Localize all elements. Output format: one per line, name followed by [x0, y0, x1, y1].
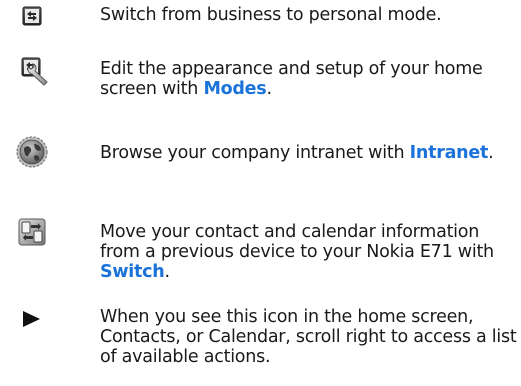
- intranet-globe-icon: [14, 134, 52, 172]
- list-item-text: Move your contact and calendar informati…: [100, 222, 494, 282]
- list-item-text: Edit the appearance and setup of your ho…: [100, 59, 483, 99]
- list-item-text: When you see this icon in the home scree…: [100, 307, 517, 367]
- list-item-text: Browse your company intranet with Intran…: [100, 143, 494, 163]
- mode-switch-icon: [14, 0, 52, 38]
- switch-link[interactable]: Switch: [100, 262, 165, 282]
- intranet-link[interactable]: Intranet: [410, 143, 489, 163]
- modes-settings-icon: [14, 52, 52, 90]
- modes-link[interactable]: Modes: [203, 79, 266, 99]
- list-item-text: Switch from business to personal mode.: [100, 5, 442, 25]
- switch-transfer-icon: [14, 214, 52, 252]
- help-page: Switch from business to personal mode. E…: [0, 0, 521, 386]
- scroll-right-arrow-icon: [14, 299, 52, 337]
